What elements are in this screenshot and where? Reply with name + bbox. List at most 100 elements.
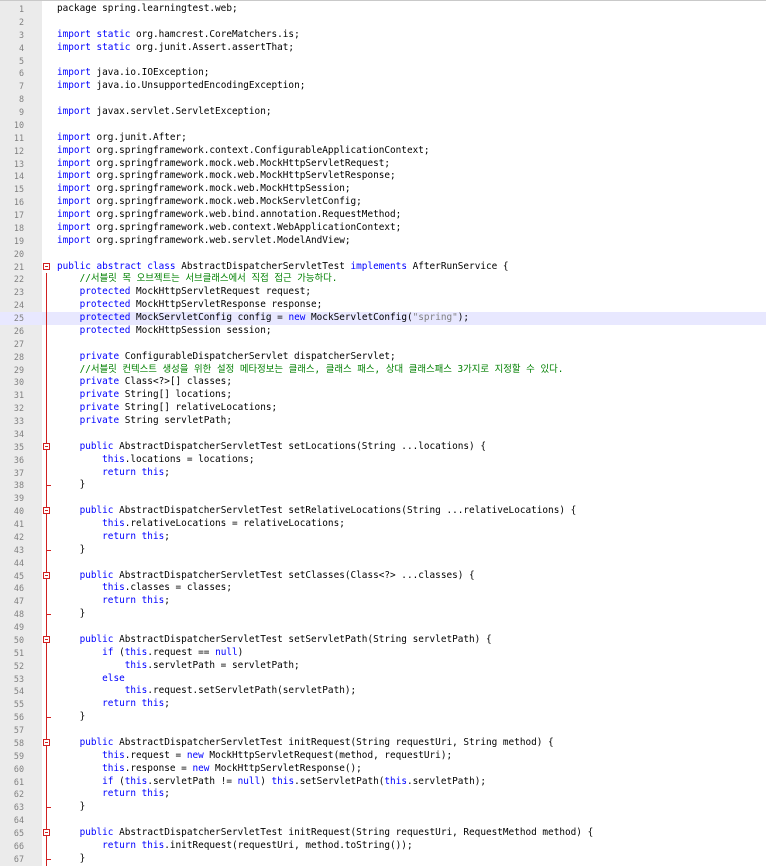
- code-line[interactable]: 40 public AbstractDispatcherServletTest …: [0, 505, 766, 518]
- code-token: org.junit.Assert.assertThat;: [136, 41, 295, 53]
- code-line[interactable]: 17 import org.springframework.web.bind.an…: [0, 209, 766, 222]
- code-line[interactable]: 8: [0, 93, 766, 106]
- code-line[interactable]: 2: [0, 16, 766, 29]
- code-line[interactable]: 5: [0, 55, 766, 68]
- code-line[interactable]: 29 //서블릿 컨텍스트 생성을 위한 설정 메타정보는 클래스, 클래스 패…: [0, 363, 766, 377]
- code-line[interactable]: 27: [0, 337, 766, 351]
- code-line[interactable]: 3 import static org.hamcrest.CoreMatchers…: [0, 29, 766, 42]
- code-line[interactable]: 42 return this;: [0, 530, 766, 544]
- code-line[interactable]: 34: [0, 427, 766, 441]
- fold-line-segment: [46, 312, 47, 325]
- code-line[interactable]: 4 import static org.junit.Assert.assertTh…: [0, 42, 766, 55]
- code-line[interactable]: 60 this.response = new MockHttpServletRe…: [0, 762, 766, 776]
- keyword-token: this: [57, 518, 125, 529]
- code-line[interactable]: 19 import org.springframework.web.servlet…: [0, 235, 766, 248]
- fold-collapse-icon[interactable]: [42, 569, 52, 583]
- code-line[interactable]: 65 public AbstractDispatcherServletTest …: [0, 827, 766, 840]
- code-line[interactable]: 22 //서블릿 목 오브젝트는 서브클래스에서 직접 접근 가능하다.: [0, 273, 766, 287]
- code-line[interactable]: 13 import org.springframework.mock.web.Mo…: [0, 158, 766, 171]
- code-editor[interactable]: 1 package spring.learningtest.web; 2 3 impor…: [0, 0, 766, 866]
- code-line[interactable]: 36 this.locations = locations;: [0, 453, 766, 467]
- code-line[interactable]: 6 import java.io.IOException;: [0, 67, 766, 80]
- code-line[interactable]: 49: [0, 621, 766, 634]
- fold-margin-cell: [42, 42, 52, 55]
- code-line[interactable]: 50 public AbstractDispatcherServletTest …: [0, 633, 766, 647]
- fold-end-tick: [46, 479, 51, 487]
- code-line[interactable]: 9 import javax.servlet.ServletException;: [0, 106, 766, 119]
- code-line[interactable]: 16 import org.springframework.mock.web.Mo…: [0, 196, 766, 209]
- code-line[interactable]: 35 public AbstractDispatcherServletTest …: [0, 440, 766, 454]
- code-line[interactable]: 10: [0, 119, 766, 132]
- code-line[interactable]: 15 import org.springframework.mock.web.Mo…: [0, 183, 766, 196]
- code-line[interactable]: 55 return this;: [0, 698, 766, 712]
- code-line[interactable]: 20: [0, 248, 766, 261]
- code-line[interactable]: 48 }: [0, 608, 766, 621]
- code-line[interactable]: 28 private ConfigurableDispatcherServlet…: [0, 350, 766, 364]
- code-line[interactable]: 47 return this;: [0, 595, 766, 609]
- fold-margin-cell: [42, 196, 52, 209]
- fold-line-segment: [46, 749, 47, 763]
- code-line[interactable]: 46 this.classes = classes;: [0, 582, 766, 596]
- code-line[interactable]: 26 protected MockHttpSession session;: [0, 324, 766, 338]
- code-line[interactable]: 64: [0, 814, 766, 827]
- code-line[interactable]: 12 import org.springframework.context.Con…: [0, 145, 766, 158]
- fold-collapse-icon[interactable]: [42, 505, 52, 518]
- line-number: 55: [13, 699, 24, 710]
- code-line[interactable]: 66 return this.initRequest(requestUri, m…: [0, 839, 766, 853]
- code-line[interactable]: 32 private String[] relativeLocations;: [0, 402, 766, 415]
- minus-box-icon[interactable]: [43, 442, 50, 450]
- code-line[interactable]: 41 this.relativeLocations = relativeLoca…: [0, 518, 766, 531]
- fold-line-segment: [46, 621, 47, 634]
- minus-box-icon[interactable]: [43, 635, 50, 643]
- code-line[interactable]: 14 import org.springframework.mock.web.Mo…: [0, 170, 766, 183]
- code-line[interactable]: 52 this.servletPath = servletPath;: [0, 659, 766, 673]
- code-line[interactable]: 31 private String[] locations;: [0, 389, 766, 403]
- code-line[interactable]: 21 public abstract class AbstractDispatch…: [0, 261, 766, 274]
- minus-box-icon[interactable]: [43, 571, 50, 579]
- fold-collapse-icon[interactable]: [42, 827, 52, 840]
- line-number: 59: [13, 750, 24, 761]
- code-line[interactable]: 37 return this;: [0, 466, 766, 480]
- fold-collapse-icon[interactable]: [42, 736, 52, 750]
- code-text: }: [57, 544, 86, 557]
- code-line[interactable]: 62 return this;: [0, 788, 766, 802]
- code-line[interactable]: 43 }: [0, 543, 766, 557]
- minus-box-icon[interactable]: [43, 829, 50, 836]
- minus-box-icon[interactable]: [43, 507, 50, 515]
- fold-collapse-icon[interactable]: [42, 261, 52, 274]
- code-line[interactable]: 1 package spring.learningtest.web;: [0, 3, 766, 16]
- minus-box-icon[interactable]: [43, 738, 50, 746]
- code-line[interactable]: 59 this.request = new MockHttpServletReq…: [0, 749, 766, 763]
- code-line[interactable]: 24 protected MockHttpServletResponse res…: [0, 299, 766, 312]
- code-line[interactable]: 54 this.request.setServletPath(servletPa…: [0, 685, 766, 699]
- code-line[interactable]: 51 if (this.request == null): [0, 646, 766, 660]
- fold-collapse-icon[interactable]: [42, 440, 52, 454]
- fold-line: [42, 775, 52, 789]
- code-line[interactable]: 58 public AbstractDispatcherServletTest …: [0, 736, 766, 750]
- code-line[interactable]: 25 protected MockServletConfig config = …: [0, 312, 766, 325]
- keyword-token: null: [215, 646, 238, 658]
- code-line[interactable]: 44: [0, 556, 766, 570]
- code-line[interactable]: 53 else: [0, 672, 766, 686]
- code-line[interactable]: 57: [0, 724, 766, 737]
- fold-line-segment: [46, 273, 47, 287]
- code-text: import java.io.IOException;: [57, 67, 209, 80]
- code-line[interactable]: 23 protected MockHttpServletRequest requ…: [0, 286, 766, 300]
- code-line[interactable]: 11 import org.junit.After;: [0, 132, 766, 145]
- minus-box-icon[interactable]: [43, 262, 50, 270]
- code-line[interactable]: 33 private String servletPath;: [0, 415, 766, 428]
- code-line[interactable]: 67 }: [0, 852, 766, 866]
- code-line[interactable]: 7 import java.io.UnsupportedEncodingExcep…: [0, 80, 766, 93]
- code-line[interactable]: 38 }: [0, 479, 766, 493]
- code-line[interactable]: 61 if (this.servletPath != null) this.se…: [0, 775, 766, 789]
- line-number: 31: [13, 390, 24, 401]
- code-line[interactable]: 45 public AbstractDispatcherServletTest …: [0, 569, 766, 583]
- code-line[interactable]: 18 import org.springframework.web.context…: [0, 222, 766, 235]
- code-line[interactable]: 39: [0, 492, 766, 506]
- line-number: 42: [13, 531, 24, 542]
- code-line[interactable]: 63 }: [0, 801, 766, 815]
- fold-line: [42, 839, 52, 853]
- fold-collapse-icon[interactable]: [42, 633, 52, 647]
- code-line[interactable]: 56 }: [0, 711, 766, 724]
- code-line[interactable]: 30 private Class<?>[] classes;: [0, 376, 766, 390]
